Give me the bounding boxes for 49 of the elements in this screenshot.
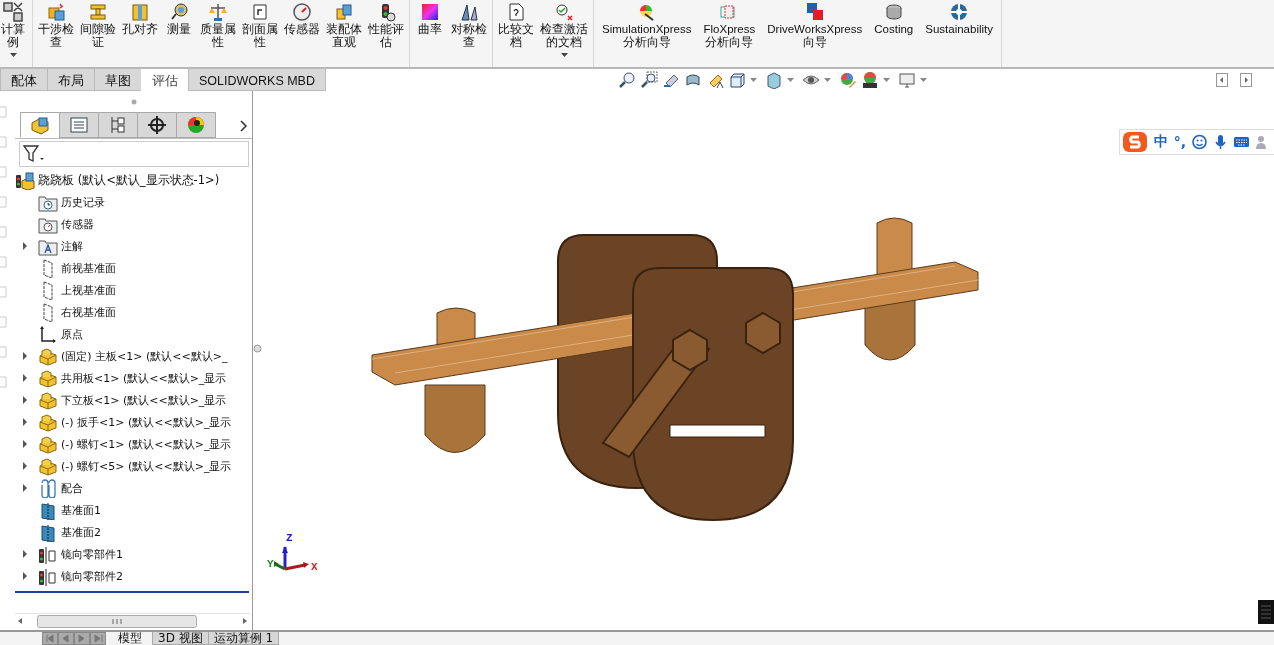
toolbar-button[interactable]: 干涉检 查 [35,0,77,66]
toolbar-button[interactable]: 检查激活 的文档 [537,0,591,66]
axis-label: Z [286,533,293,544]
toolbar-button[interactable]: 测量 [161,0,197,66]
toolbar-button[interactable]: DriveWorksXpress 向导 [761,0,869,66]
tree-item[interactable]: 跷跷板 (默认<默认_显示状态-1>) [37,172,221,188]
toolbar-button[interactable]: 孔对齐 [119,0,161,66]
view-tab[interactable]: 3D 视图 [152,632,209,645]
toolbar-button[interactable]: 比较文 档 [495,0,537,66]
toolbar-button[interactable]: Costing [868,0,920,66]
axis-label: X [311,562,318,573]
tree-item[interactable]: (-) 扳手<1> (默认<<默认>_显示 [60,414,233,430]
toolbar-button[interactable]: SimulationXpress 分析向导 [596,0,698,66]
toolbar-button[interactable]: Sustainability [919,0,1000,66]
toolbar-button[interactable]: 计算 例 [0,0,31,66]
tree-item[interactable]: 历史记录 [60,194,106,210]
ribbon-tab[interactable]: 配体 [0,69,48,91]
tree-item[interactable]: 共用板<1> (默认<<默认>_显示 [60,370,228,386]
ribbon-tab[interactable]: 草图 [94,69,142,91]
toolbar-button[interactable]: FloXpress 分析向导 [697,0,762,66]
tree-item[interactable]: (固定) 主板<1> (默认<<默认>_ [60,348,229,364]
ribbon-tab[interactable]: 布局 [47,69,95,91]
view-tab[interactable]: 运动算例 1 [207,632,280,645]
tree-item[interactable]: 配合 [60,480,84,496]
tree-item[interactable]: (-) 螺钉<5> (默认<<默认>_显示 [60,458,233,474]
tree-item[interactable]: 基准面2 [60,524,102,540]
tree-item[interactable]: 前视基准面 [60,260,117,276]
toolbar-button[interactable]: 性能评 估 [365,0,407,66]
toolbar-button[interactable]: 间隙验 证 [77,0,119,66]
tree-item[interactable]: 下立板<1> (默认<<默认>_显示 [60,392,228,408]
tree-item[interactable]: 原点 [60,326,84,342]
tree-item[interactable]: 右视基准面 [60,304,117,320]
tree-item[interactable]: 基准面1 [60,502,102,518]
toolbar-button[interactable]: 质量属 性 [197,0,239,66]
toolbar-button[interactable]: 传感器 [281,0,323,66]
ime-label[interactable]: 中 [1153,133,1168,151]
toolbar-button[interactable]: 对称检 查 [448,0,490,66]
tree-item[interactable]: 注解 [60,238,84,254]
tree-item[interactable]: 传感器 [60,216,95,232]
tree-item[interactable]: 镜向零部件1 [60,546,124,562]
toolbar-button[interactable]: 剖面属 性 [239,0,281,66]
ribbon-tab[interactable]: SOLIDWORKS MBD [188,69,326,91]
toolbar-button[interactable]: 装配体 直观 [323,0,365,66]
axis-label: Y [267,559,274,570]
toolbar-button[interactable]: 曲率 [412,0,448,66]
tree-item[interactable]: 上视基准面 [60,282,117,298]
tree-item[interactable]: 镜向零部件2 [60,568,124,584]
tree-item[interactable]: (-) 螺钉<1> (默认<<默认>_显示 [60,436,233,452]
ime-label[interactable]: °, [1173,134,1186,150]
